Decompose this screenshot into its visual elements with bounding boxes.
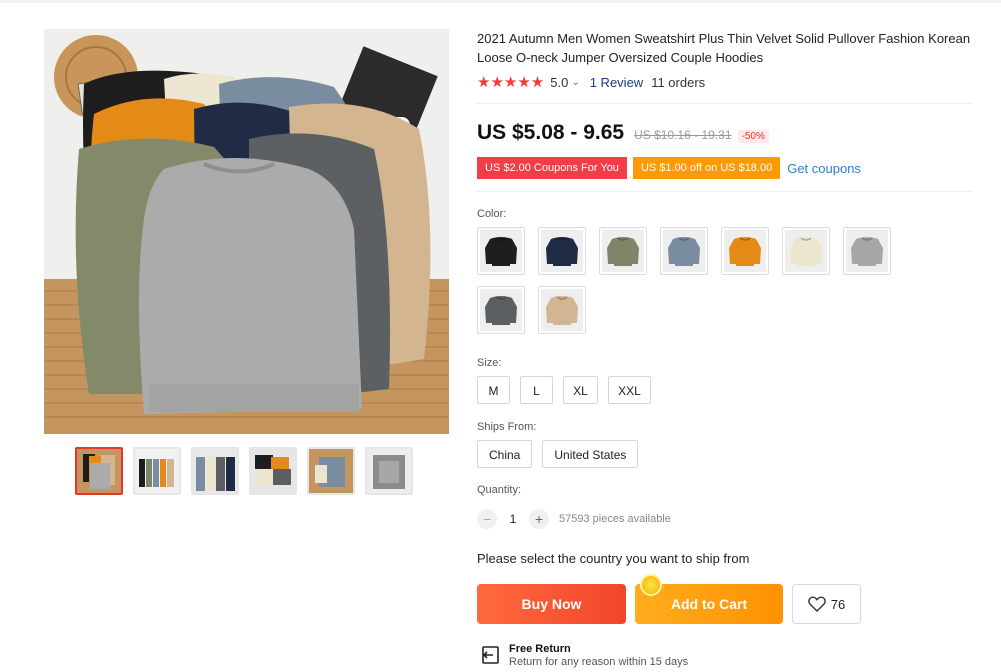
stock-available: 57593 pieces available — [559, 513, 671, 525]
coupons-row: US $2.00 Coupons For You US $1.00 off on… — [477, 157, 861, 179]
quantity-stepper: − 1 + 57593 pieces available — [477, 509, 671, 529]
quantity-decrease-button[interactable]: − — [477, 509, 497, 529]
size-label: Size: — [477, 357, 502, 369]
rating-score: 5.0 — [550, 74, 569, 90]
main-product-image[interactable] — [44, 29, 449, 434]
quantity-label: Quantity: — [477, 484, 522, 496]
current-price: US $5.08 - 9.65 — [477, 121, 625, 144]
ships-from-united-states[interactable]: United States — [542, 440, 639, 468]
return-icon — [482, 646, 499, 664]
free-return-title: Free Return — [509, 643, 571, 655]
rating-row: ★★★★★ 5.0 ⌄ 1 Review 11 orders — [477, 73, 705, 91]
thumbnail-2[interactable] — [133, 447, 181, 495]
wishlist-button[interactable]: 76 — [792, 584, 861, 624]
color-swatch-blue-grey[interactable] — [660, 227, 708, 275]
thumbnail-1[interactable] — [75, 447, 123, 495]
sweatshirt-icon — [602, 230, 644, 272]
free-return-info: Free Return Return for any reason within… — [479, 643, 688, 669]
thumbnail-strip — [75, 447, 413, 495]
quantity-value[interactable]: 1 — [497, 512, 529, 526]
thumbnail-4[interactable] — [249, 447, 297, 495]
divider — [477, 103, 972, 104]
color-swatches — [477, 227, 917, 334]
heart-icon — [807, 596, 826, 612]
thumbnail-5[interactable] — [307, 447, 355, 495]
color-label: Color: — [477, 208, 507, 220]
color-swatch-black[interactable] — [477, 227, 525, 275]
price-row: US $5.08 - 9.65 US $10.16 - 19.31 -50% — [477, 121, 769, 145]
color-swatch-khaki[interactable] — [538, 286, 586, 334]
get-coupons-link[interactable]: Get coupons — [787, 161, 861, 176]
color-swatch-army-green[interactable] — [599, 227, 647, 275]
product-title: 2021 Autumn Men Women Sweatshirt Plus Th… — [477, 31, 971, 65]
ships-from-label: Ships From: — [477, 421, 537, 433]
size-option-l[interactable]: L — [520, 376, 553, 404]
color-swatch-navy[interactable] — [538, 227, 586, 275]
color-swatch-light-grey[interactable] — [843, 227, 891, 275]
orders-count: 11 orders — [651, 74, 706, 90]
size-options: M L XL XXL — [477, 376, 651, 404]
free-return-subtitle: Return for any reason within 15 days — [509, 656, 689, 668]
buy-now-button[interactable]: Buy Now — [477, 584, 626, 624]
sweatshirt-icon — [846, 230, 888, 272]
sweatshirt-icon — [541, 230, 583, 272]
sweatshirt-icon — [541, 289, 583, 331]
sweatshirt-icon — [724, 230, 766, 272]
ships-from-china[interactable]: China — [477, 440, 533, 468]
coupon-badge-1[interactable]: US $2.00 Coupons For You — [477, 157, 627, 179]
color-swatch-cream[interactable] — [782, 227, 830, 275]
ship-country-note: Please select the country you want to sh… — [477, 551, 750, 566]
wishlist-count: 76 — [830, 596, 846, 612]
thumbnail-6[interactable] — [365, 447, 413, 495]
size-option-xxl[interactable]: XXL — [608, 376, 651, 404]
discount-badge: -50% — [737, 130, 769, 143]
sweatshirt-icon — [785, 230, 827, 272]
reviews-link[interactable]: 1 Review — [590, 75, 643, 90]
original-price: US $10.16 - 19.31 — [634, 128, 732, 142]
color-swatch-orange[interactable] — [721, 227, 769, 275]
sweatshirt-icon — [480, 230, 522, 272]
divider — [477, 191, 972, 192]
size-option-m[interactable]: M — [477, 376, 510, 404]
color-swatch-dark-grey[interactable] — [477, 286, 525, 334]
size-option-xl[interactable]: XL — [563, 376, 598, 404]
cursor-indicator — [640, 574, 662, 596]
sweatshirt-icon — [663, 230, 705, 272]
coupon-badge-2[interactable]: US $1.00 off on US $18.00 — [632, 157, 781, 179]
thumbnail-3[interactable] — [191, 447, 239, 495]
ships-from-options: China United States — [477, 440, 639, 468]
quantity-increase-button[interactable]: + — [529, 509, 549, 529]
star-rating-icon: ★★★★★ — [477, 74, 545, 91]
chevron-down-icon[interactable]: ⌄ — [571, 77, 579, 88]
top-border — [0, 0, 1001, 3]
sweatshirt-icon — [480, 289, 522, 331]
